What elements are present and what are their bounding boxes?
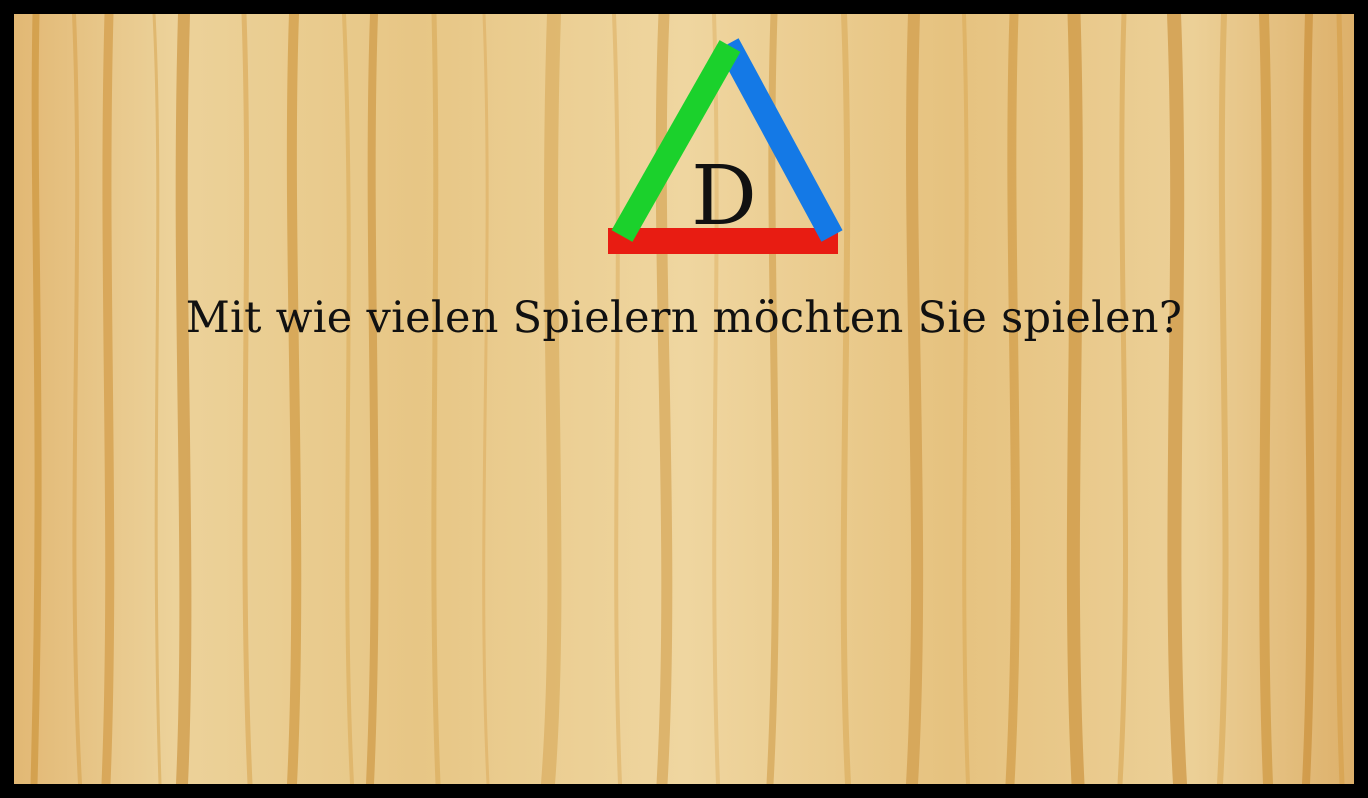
player-count-prompt: Mit wie vielen Spielern möchten Sie spie… <box>185 293 1183 343</box>
game-logo: D <box>604 36 844 261</box>
game-window: D Mit wie vielen Spielern möchten Sie sp… <box>14 14 1354 784</box>
logo-letter: D <box>691 149 757 244</box>
